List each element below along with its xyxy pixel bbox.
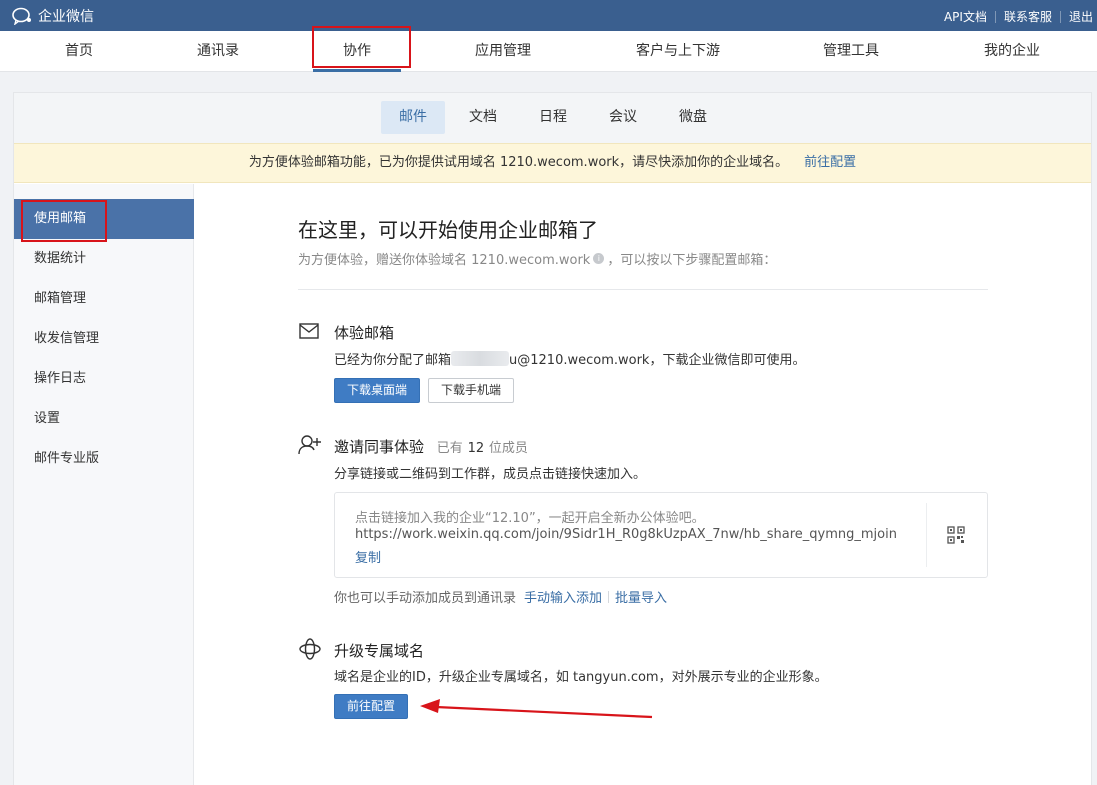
subtitle-text-tail: ，可以按以下步骤配置邮箱： xyxy=(607,253,777,268)
app-title: 企业微信 xyxy=(38,9,94,25)
trial-mailbox-address: u@1210.wecom.work，下载企业微信即可使用。 xyxy=(509,353,806,368)
active-nav-indicator xyxy=(313,69,401,72)
nav-collaboration[interactable]: 协作 xyxy=(343,31,371,71)
sidebar-item-send-receive-management[interactable]: 收发信管理 xyxy=(14,319,194,359)
tab-meeting[interactable]: 会议 xyxy=(591,101,655,134)
invite-link-box: 点击链接加入我的企业“12.10”，一起开启全新办公体验吧。 https://w… xyxy=(334,492,988,578)
trial-mailbox-title: 体验邮箱 xyxy=(334,324,395,342)
sidebar-item-use-mailbox[interactable]: 使用邮箱 xyxy=(14,199,194,239)
member-count-suffix: 位成员 xyxy=(488,441,528,456)
domain-globe-icon xyxy=(299,638,321,660)
sidebar-item-statistics[interactable]: 数据统计 xyxy=(14,239,194,279)
invite-title-text: 邀请同事体验 xyxy=(334,438,425,456)
subtitle-text: 为方便体验，赠送你体验域名 1210.wecom.work xyxy=(298,253,591,268)
divider xyxy=(1059,10,1061,23)
divider xyxy=(994,10,996,23)
download-desktop-button[interactable]: 下载桌面端 xyxy=(334,378,421,403)
add-user-icon xyxy=(298,435,321,455)
qr-code-icon xyxy=(947,526,965,544)
copy-link-button[interactable]: 复制 xyxy=(355,547,381,566)
domain-notice-banner: 为方便体验邮箱功能，已为你提供试用域名 1210.wecom.work，请尽快添… xyxy=(14,143,1091,183)
domain-section-title: 升级专属域名 xyxy=(334,642,425,660)
sidebar-item-mail-pro[interactable]: 邮件专业版 xyxy=(14,439,194,479)
tab-drive[interactable]: 微盘 xyxy=(661,101,725,134)
top-links: API文档 联系客服 退出 xyxy=(944,8,1093,25)
nav-contacts[interactable]: 通讯录 xyxy=(197,31,239,71)
trial-mailbox-desc-text: 已经为你分配了邮箱 xyxy=(334,353,452,368)
logo[interactable]: 企业微信 xyxy=(12,6,94,26)
logout-link[interactable]: 退出 xyxy=(1069,8,1093,25)
annotation-arrow-icon xyxy=(420,699,653,719)
manual-add-link[interactable]: 手动输入添加 xyxy=(524,587,602,606)
page-title: 在这里，可以开始使用企业邮箱了 xyxy=(298,218,598,242)
main-nav: 首页 通讯录 协作 应用管理 客户与上下游 管理工具 我的企业 xyxy=(0,31,1097,72)
mail-envelope-icon xyxy=(299,323,319,339)
member-count-prefix: 已有 xyxy=(436,441,463,456)
divider xyxy=(608,590,610,603)
collaboration-subtabs: 邮件 文档 日程 会议 微盘 xyxy=(14,93,1091,143)
manual-add-text: 你也可以手动添加成员到通讯录 xyxy=(334,591,517,606)
nav-my-enterprise[interactable]: 我的企业 xyxy=(984,31,1040,71)
batch-import-link[interactable]: 批量导入 xyxy=(615,587,667,606)
sidebar-item-operation-log[interactable]: 操作日志 xyxy=(14,359,194,399)
domain-desc: 域名是企业的ID，升级企业专属域名，如 tangyun.com，对外展示专业的企… xyxy=(334,670,828,685)
contact-support-link[interactable]: 联系客服 xyxy=(1004,8,1052,25)
nav-admin-tools[interactable]: 管理工具 xyxy=(823,31,879,71)
nav-app-management[interactable]: 应用管理 xyxy=(475,31,531,71)
nav-home[interactable]: 首页 xyxy=(65,31,93,71)
invite-message: 点击链接加入我的企业“12.10”，一起开启全新办公体验吧。 xyxy=(355,511,705,526)
configure-domain-button[interactable]: 前往配置 xyxy=(334,694,409,719)
notice-text: 为方便体验邮箱功能，已为你提供试用域名 1210.wecom.work，请尽快添… xyxy=(248,155,789,170)
member-count: 12 xyxy=(467,441,485,456)
invite-url[interactable]: https://work.weixin.qq.com/join/9Sidr1H_… xyxy=(355,527,897,542)
top-bar: 企业微信 API文档 联系客服 退出 xyxy=(0,0,1097,31)
qr-code-area[interactable] xyxy=(926,503,987,567)
content-divider xyxy=(298,289,988,290)
wecom-logo-icon xyxy=(12,7,31,25)
notice-configure-link[interactable]: 前往配置 xyxy=(804,155,856,170)
manual-add-row: 你也可以手动添加成员到通讯录 手动输入添加 批量导入 xyxy=(334,587,667,606)
download-mobile-button[interactable]: 下载手机端 xyxy=(428,378,515,403)
tab-docs[interactable]: 文档 xyxy=(451,101,515,134)
tab-mail[interactable]: 邮件 xyxy=(381,101,445,134)
invite-desc: 分享链接或二维码到工作群，成员点击链接快速加入。 xyxy=(334,467,647,482)
api-docs-link[interactable]: API文档 xyxy=(944,8,987,25)
page-subtitle: 为方便体验，赠送你体验域名 1210.wecom.work i ，可以按以下步骤… xyxy=(298,249,776,268)
tab-calendar[interactable]: 日程 xyxy=(521,101,585,134)
nav-customers-partners[interactable]: 客户与上下游 xyxy=(636,31,720,71)
invite-section-title: 邀请同事体验 已有 12 位成员 xyxy=(334,436,528,457)
sidebar-item-mailbox-management[interactable]: 邮箱管理 xyxy=(14,279,194,319)
redacted-username xyxy=(451,351,510,366)
info-icon[interactable]: i xyxy=(593,253,605,264)
mail-sidebar: 使用邮箱 数据统计 邮箱管理 收发信管理 操作日志 设置 邮件专业版 xyxy=(14,184,194,785)
trial-mailbox-desc: 已经为你分配了邮箱 u@1210.wecom.work，下载企业微信即可使用。 xyxy=(334,349,805,368)
sidebar-item-settings[interactable]: 设置 xyxy=(14,399,194,439)
